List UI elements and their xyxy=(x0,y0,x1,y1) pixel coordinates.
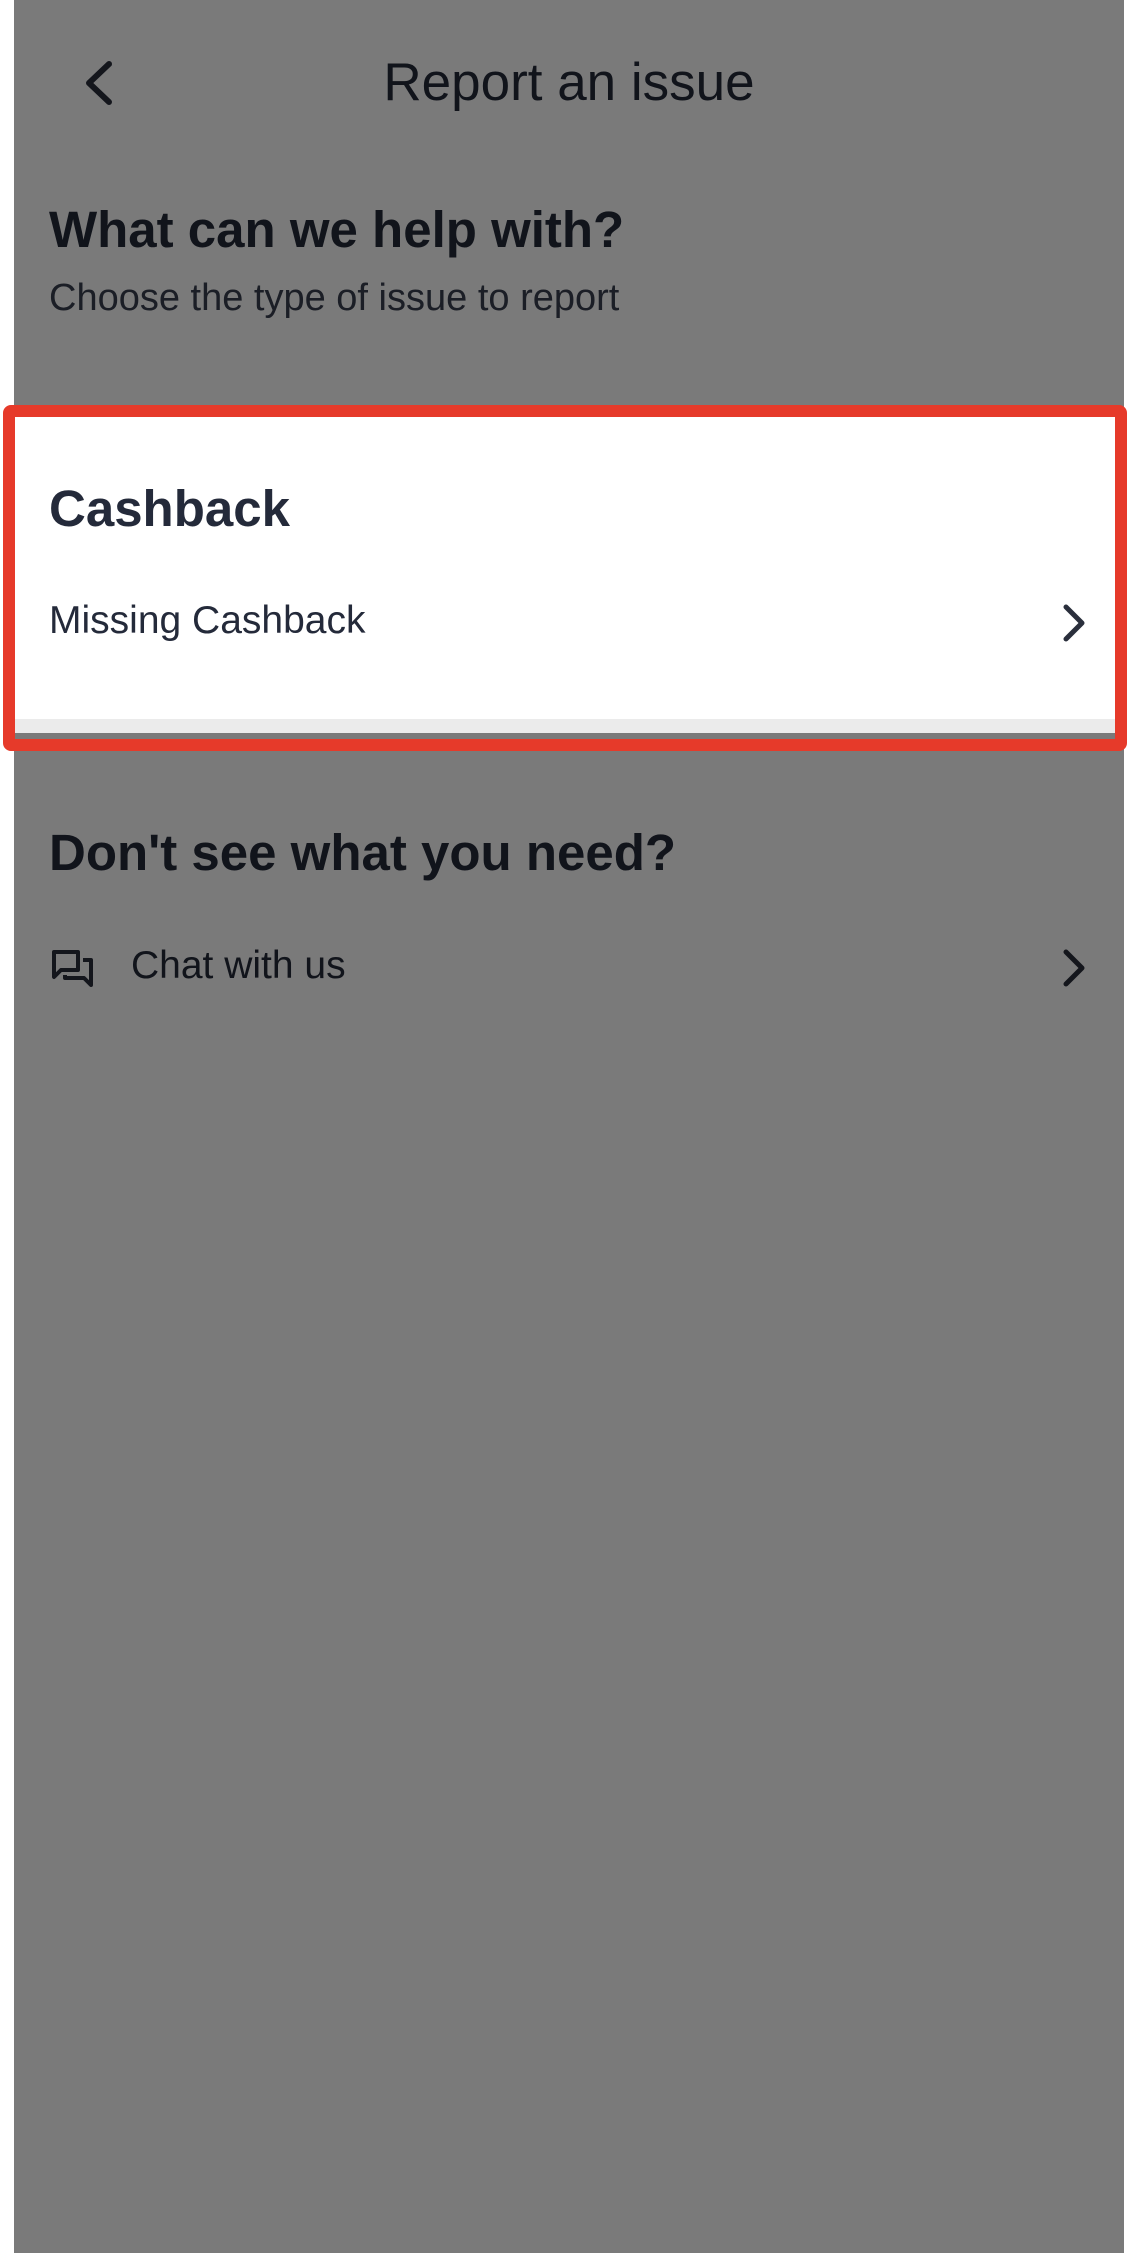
chat-label: Chat with us xyxy=(131,944,346,987)
chat-with-us-item[interactable]: Chat with us xyxy=(14,918,1124,1018)
top-app-bar: Report an issue xyxy=(14,0,1124,165)
card-divider xyxy=(14,719,1124,733)
chevron-right-icon xyxy=(1063,949,1085,987)
list-item-missing-cashback[interactable]: Missing Cashback xyxy=(14,573,1124,673)
page-title: Report an issue xyxy=(383,53,755,112)
help-heading: Don't see what you need? xyxy=(49,824,677,881)
report-issue-screen: Report an issue What can we help with? C… xyxy=(14,0,1124,2253)
intro-section: What can we help with? Choose the type o… xyxy=(49,200,1089,320)
chat-bubbles-icon xyxy=(52,950,93,987)
chevron-right-icon xyxy=(1063,604,1085,642)
list-item-label: Missing Cashback xyxy=(49,599,366,642)
intro-heading: What can we help with? xyxy=(49,201,625,258)
category-title: Cashback xyxy=(49,480,290,537)
help-section: Don't see what you need? Chat with us xyxy=(14,733,1124,1083)
category-card-cashback: Cashback Missing Cashback xyxy=(14,413,1124,733)
intro-subheading: Choose the type of issue to report xyxy=(49,277,620,319)
